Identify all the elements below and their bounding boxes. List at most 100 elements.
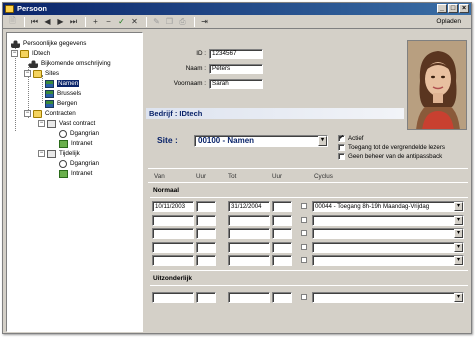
next-record-icon[interactable]: ▶ [55, 16, 66, 27]
contract-icon [47, 149, 56, 158]
tree-item-contracten[interactable]: − Contracten [24, 109, 76, 118]
row-checkbox[interactable] [301, 216, 307, 223]
normaal-section-title: Normaal [153, 187, 180, 194]
collapse-icon[interactable]: − [11, 50, 18, 57]
collapse-icon[interactable]: − [24, 70, 31, 77]
row-checkbox[interactable] [301, 257, 307, 263]
site-select[interactable]: 00100 - Namen ▾ [194, 135, 328, 147]
tot-date-field[interactable] [228, 241, 270, 253]
tot-uur-field[interactable] [272, 228, 292, 239]
antipassback-label: Geen beheer van de antipassback [348, 153, 443, 160]
prev-record-icon[interactable]: ◀ [42, 16, 53, 27]
tot-date-field[interactable]: 31/12/2004 [228, 201, 270, 212]
cyclus-select[interactable]: ▾ [312, 228, 464, 239]
cyclus-select[interactable]: ▾ [312, 241, 464, 253]
chevron-down-icon[interactable]: ▾ [454, 202, 463, 211]
delete-icon[interactable]: − [103, 16, 114, 27]
chevron-down-icon[interactable]: ▾ [454, 256, 463, 265]
tree-item-namen[interactable]: Namen [45, 79, 80, 88]
cyclus-value: 00044 - Toegang 8h-19h Maandag-Vrijdag [315, 203, 430, 210]
collapse-icon[interactable]: − [24, 110, 31, 117]
close-button[interactable]: × [459, 4, 469, 13]
maximize-button[interactable]: □ [448, 4, 458, 13]
collapse-icon[interactable]: − [38, 150, 45, 157]
id-field[interactable]: 1234567 [209, 49, 263, 59]
tree-item-dgangrian[interactable]: Dgangrian [59, 159, 99, 168]
copy-icon[interactable]: ❐ [164, 16, 175, 27]
column-van: Van [154, 173, 165, 180]
toegang-checkbox[interactable] [338, 144, 345, 151]
van-date-field[interactable] [152, 241, 194, 253]
van-uur-field[interactable] [196, 241, 216, 253]
van-date-field[interactable] [152, 255, 194, 266]
tot-uur-field[interactable] [272, 241, 292, 253]
tot-uur-field[interactable] [272, 201, 292, 212]
tree-item-idtech[interactable]: − IDtech [11, 49, 50, 58]
edit-icon[interactable]: ✎ [151, 16, 162, 27]
row-checkbox[interactable] [301, 230, 307, 236]
van-uur-field[interactable] [196, 255, 216, 266]
antipassback-checkbox[interactable] [338, 153, 345, 160]
cyclus-select[interactable]: 00044 - Toegang 8h-19h Maandag-Vrijdag ▾ [312, 201, 464, 212]
van-date-field[interactable] [152, 228, 194, 239]
tot-date-field[interactable] [228, 255, 270, 266]
tree-item-bergen[interactable]: Bergen [45, 99, 77, 108]
tot-uur-field[interactable] [272, 255, 292, 266]
tree-item-tijdelijk[interactable]: − Tijdelijk [38, 149, 80, 158]
clock-icon [59, 129, 67, 138]
toolbar-separator [85, 16, 86, 27]
site-icon [45, 89, 54, 98]
collapse-icon[interactable]: − [38, 120, 45, 127]
cyclus-select[interactable]: ▾ [312, 255, 464, 266]
minimize-button[interactable]: _ [437, 4, 447, 13]
id-label: ID : [196, 50, 206, 57]
tree-item-intranet[interactable]: Intranet [59, 139, 92, 148]
tree-item-brussels[interactable]: Brussels [45, 89, 81, 98]
van-date-field[interactable]: 10/11/2003 [152, 201, 194, 212]
van-date-field[interactable] [152, 292, 194, 303]
cancel-icon[interactable]: ✕ [129, 16, 140, 27]
tree-item-sites[interactable]: − Sites [24, 69, 59, 78]
print2-icon[interactable]: ⎙ [177, 16, 188, 27]
add-icon[interactable]: + [90, 16, 101, 27]
cyclus-select[interactable]: ▾ [312, 292, 464, 303]
naam-label: Naam : [185, 65, 206, 72]
tree-item-dgangrian[interactable]: Dgangrian [59, 129, 99, 138]
tree-item-persoonlijke-gegevens[interactable]: Persoonlijke gegevens [11, 39, 86, 48]
column-uur: Uur [196, 173, 207, 180]
tot-uur-field[interactable] [272, 214, 292, 226]
print-icon[interactable]: 🗎 [7, 16, 18, 27]
row-checkbox[interactable] [301, 294, 307, 300]
actief-checkbox[interactable]: ✓ [338, 135, 345, 142]
tot-uur-field[interactable] [272, 292, 292, 303]
naam-field[interactable]: Peters [209, 64, 263, 74]
van-uur-field[interactable] [196, 201, 216, 212]
confirm-icon[interactable]: ✓ [116, 16, 127, 27]
van-uur-field[interactable] [196, 292, 216, 303]
van-date-field[interactable] [152, 214, 194, 226]
van-uur-field[interactable] [196, 228, 216, 239]
opladen-button[interactable]: Opladen [436, 18, 461, 25]
exit-icon[interactable]: ⇥ [199, 16, 210, 27]
tree-item-intranet[interactable]: Intranet [59, 169, 92, 178]
van-uur-field[interactable] [196, 214, 216, 226]
chevron-down-icon[interactable]: ▾ [454, 293, 463, 302]
row-checkbox[interactable] [301, 203, 307, 209]
chevron-down-icon[interactable]: ▾ [454, 229, 463, 238]
tree-item-bijkomende-omschrijving[interactable]: Bijkomende omschrijving [29, 59, 111, 68]
navigation-tree[interactable]: Persoonlijke gegevens − IDtech Bijkomend… [6, 32, 143, 332]
chevron-down-icon[interactable]: ▾ [454, 215, 463, 225]
chevron-down-icon[interactable]: ▾ [318, 136, 327, 146]
person-photo-image [408, 41, 466, 129]
tree-item-vast-contract[interactable]: − Vast contract [38, 119, 95, 128]
row-checkbox[interactable] [301, 243, 307, 250]
cyclus-select[interactable]: ▾ [312, 214, 464, 226]
tot-date-field[interactable] [228, 214, 270, 226]
chevron-down-icon[interactable]: ▾ [454, 242, 463, 252]
tot-date-field[interactable] [228, 228, 270, 239]
voornaam-label: Voornaam : [173, 80, 206, 87]
last-record-icon[interactable]: ⏭ [68, 16, 79, 27]
voornaam-field[interactable]: Sarah [209, 79, 263, 89]
tot-date-field[interactable] [228, 292, 270, 303]
first-record-icon[interactable]: ⏮ [29, 16, 40, 27]
